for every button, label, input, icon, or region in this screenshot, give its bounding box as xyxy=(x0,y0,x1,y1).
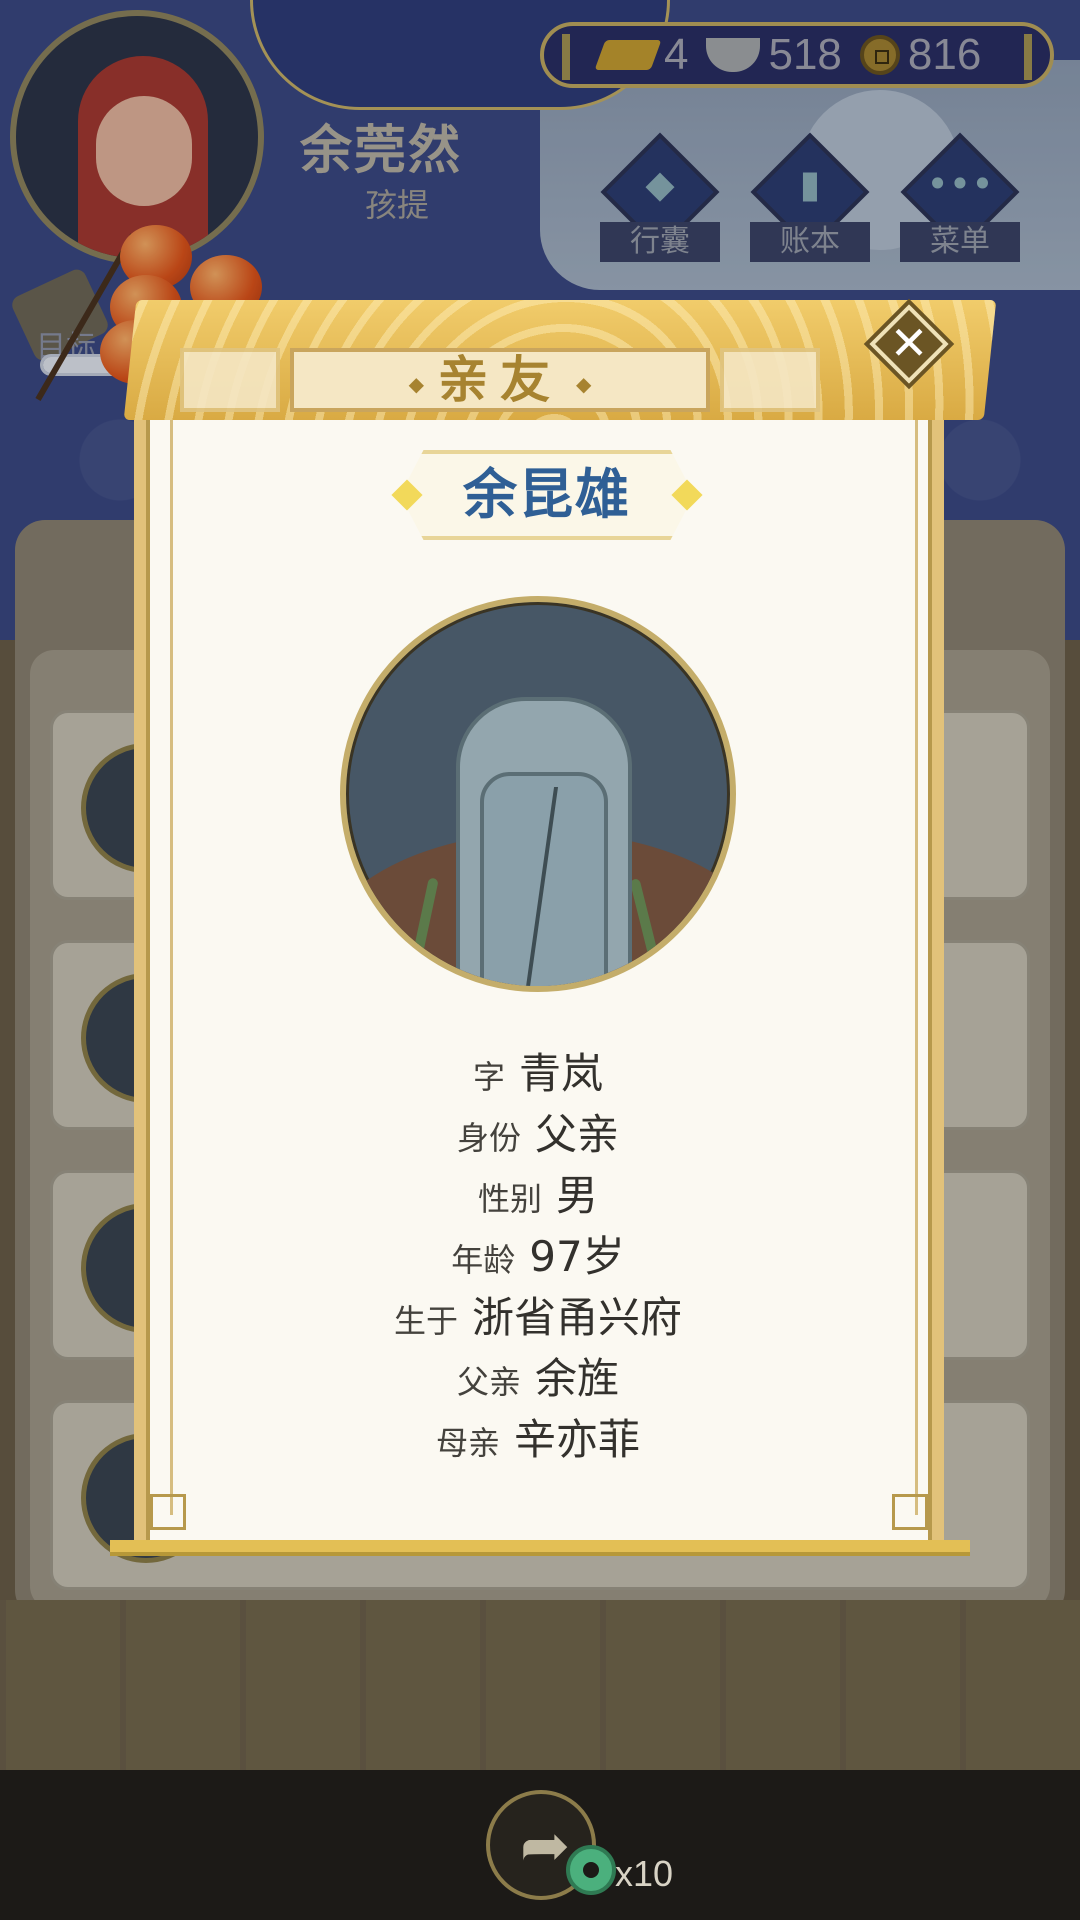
bottom-bar: ➦ x10 xyxy=(0,1770,1080,1920)
title-side-ornament xyxy=(720,348,820,412)
info-row-age: 年龄 97岁 xyxy=(110,1223,966,1284)
info-row-courtesy-name: 字 青岚 xyxy=(110,1040,966,1101)
dialog-title-text: 亲友 xyxy=(438,351,562,409)
info-value: 浙省甬兴府 xyxy=(472,1293,683,1342)
close-icon: ✕ xyxy=(889,316,929,370)
relative-info-list: 字 青岚 身份 父亲 性别 男 年龄 97岁 生于 浙省甬兴府 父亲 余旌 母亲… xyxy=(110,1040,966,1467)
info-row-mother: 母亲 辛亦菲 xyxy=(110,1406,966,1467)
info-value: 青岚 xyxy=(519,1049,604,1098)
info-label: 父亲 xyxy=(456,1363,521,1401)
info-label: 生于 xyxy=(393,1302,458,1340)
relative-detail-dialog: ◆ 亲友 ◆ ✕ 余昆雄 字 青岚 身份 父亲 性别 男 年龄 97岁 生于 浙… xyxy=(110,290,997,1560)
name-plate: 余昆雄 xyxy=(391,450,703,540)
share-reward-count: x10 xyxy=(615,1853,674,1894)
info-row-relation: 身份 父亲 xyxy=(110,1101,966,1162)
info-label: 性别 xyxy=(477,1180,542,1218)
info-value: 男 xyxy=(556,1171,599,1220)
info-value: 余旌 xyxy=(535,1354,620,1403)
info-value: 辛亦菲 xyxy=(514,1415,641,1464)
info-row-father: 父亲 余旌 xyxy=(110,1345,966,1406)
info-label: 年龄 xyxy=(451,1241,516,1279)
jade-coin-icon xyxy=(566,1845,616,1895)
relative-name: 余昆雄 xyxy=(463,463,631,526)
corner-ornament xyxy=(892,1494,928,1530)
title-side-ornament xyxy=(180,348,280,412)
info-row-birthplace: 生于 浙省甬兴府 xyxy=(110,1284,966,1345)
info-label: 母亲 xyxy=(435,1424,500,1462)
dialog-title: ◆ 亲友 ◆ xyxy=(408,351,592,409)
info-label: 字 xyxy=(472,1058,505,1096)
close-button[interactable]: ✕ xyxy=(869,304,949,384)
tombstone-portrait xyxy=(340,596,736,992)
corner-ornament xyxy=(150,1494,186,1530)
info-row-gender: 性别 男 xyxy=(110,1162,966,1223)
info-value: 父亲 xyxy=(535,1110,620,1159)
dialog-base-rail xyxy=(110,1540,970,1556)
info-label: 身份 xyxy=(456,1119,521,1157)
info-value: 97岁 xyxy=(529,1232,625,1281)
